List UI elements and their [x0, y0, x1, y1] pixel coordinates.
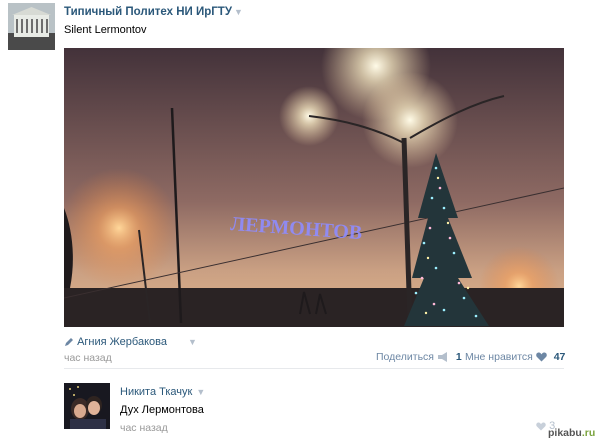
- heart-icon: [536, 352, 547, 362]
- post-author-link[interactable]: Агния Жербакова: [77, 336, 167, 348]
- group-name-link[interactable]: Типичный Политех НИ ИрГТУ ▼: [64, 6, 243, 18]
- share-label[interactable]: Поделиться: [376, 351, 434, 363]
- commenter-row: Никита Ткачук ▼: [120, 386, 205, 398]
- post-time[interactable]: час назад: [64, 352, 112, 364]
- post-text: Silent Lermontov: [64, 24, 147, 36]
- pikabu-watermark: pikabu.ru: [548, 427, 595, 439]
- like-button[interactable]: Мне нравится 47: [465, 351, 565, 363]
- author-dropdown-triangle-icon[interactable]: ▼: [188, 337, 197, 347]
- like-label[interactable]: Мне нравится: [465, 351, 533, 363]
- share-count: 1: [455, 351, 462, 363]
- commenter-name-link[interactable]: Никита Ткачук: [120, 386, 192, 398]
- share-megaphone-icon: [437, 352, 447, 362]
- edit-pencil-icon: [65, 338, 73, 346]
- watermark-tld: .ru: [581, 427, 596, 439]
- comment-time[interactable]: час назад: [120, 422, 168, 434]
- post-photo[interactable]: ЛЕРМОНТОВ: [64, 48, 564, 327]
- watermark-site: pikabu: [548, 427, 582, 439]
- share-button[interactable]: Поделиться 1: [376, 351, 462, 363]
- group-avatar[interactable]: [8, 3, 55, 50]
- comments-divider: [64, 368, 564, 369]
- commenter-dropdown-triangle-icon[interactable]: ▼: [196, 387, 205, 397]
- group-name-text[interactable]: Типичный Политех НИ ИрГТУ: [64, 6, 232, 18]
- comment-text: Дух Лермонтова: [120, 404, 204, 416]
- like-count: 47: [553, 351, 566, 363]
- dropdown-triangle-icon[interactable]: ▼: [234, 7, 243, 17]
- commenter-avatar[interactable]: [64, 383, 110, 429]
- post-author-row: Агния Жербакова ▼: [64, 336, 197, 350]
- comment-heart-icon: [536, 422, 546, 431]
